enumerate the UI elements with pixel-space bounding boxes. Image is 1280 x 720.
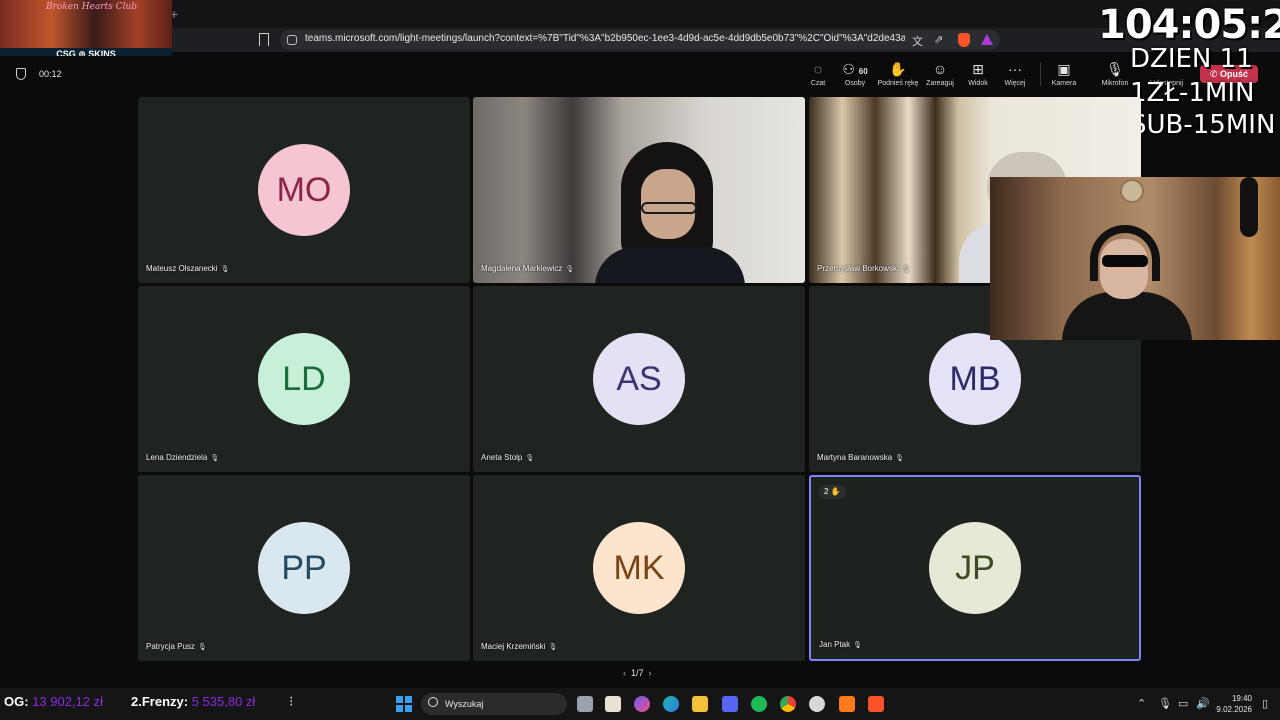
mic-muted-icon: 🎙 bbox=[210, 455, 220, 462]
participant-name: Jan Ptak 🎙 bbox=[819, 640, 863, 649]
camera-button[interactable]: ▣ Kamera bbox=[1041, 61, 1087, 87]
mic-muted-icon: 🎙 bbox=[197, 644, 207, 651]
copilot-icon[interactable] bbox=[634, 696, 650, 712]
participant-tile[interactable]: MO Mateusz Olszanecki 🎙 bbox=[138, 97, 470, 283]
stream-sub-rule: SUB-15MIN bbox=[1130, 110, 1276, 140]
participant-name: Lena Dziendziela 🎙 bbox=[146, 453, 220, 462]
og-counter: OG: 13 902,12 zł bbox=[4, 694, 104, 709]
participant-tile[interactable]: MK Maciej Krzemiński 🎙 bbox=[473, 475, 805, 661]
more-button[interactable]: ··· Więcej bbox=[992, 61, 1038, 87]
ellipsis-icon: ··· bbox=[1008, 61, 1022, 77]
stream-day-label: DZIEN 11 bbox=[1130, 44, 1253, 74]
prev-page-button[interactable]: ‹ bbox=[623, 668, 626, 678]
mic-muted-icon: 🎙 bbox=[525, 455, 535, 462]
mic-icon: 🎙 bbox=[853, 642, 863, 649]
mic-muted-icon: 🎙 bbox=[548, 644, 558, 651]
brave-icon[interactable] bbox=[868, 696, 884, 712]
people-button[interactable]: ⚇ 60 Osoby bbox=[832, 61, 878, 87]
widget-menu-icon[interactable]: ⁝ bbox=[289, 693, 293, 710]
participant-name: Mateusz Olszanecki 🎙 bbox=[146, 264, 230, 273]
participant-name: Maciej Krzemiński 🎙 bbox=[481, 642, 558, 651]
chrome-icon[interactable] bbox=[780, 696, 796, 712]
raised-hand-badge: 2 ✋ bbox=[819, 485, 846, 499]
search-icon bbox=[428, 697, 438, 707]
frenzy-counter: 2.Frenzy: 5 535,80 zł bbox=[131, 694, 256, 709]
hand-icon: ✋ bbox=[889, 61, 907, 77]
tray-overflow-icon[interactable]: ⌃ bbox=[1137, 697, 1146, 710]
task-view-icon[interactable] bbox=[577, 696, 593, 712]
avatar: MK bbox=[593, 522, 685, 614]
participant-name: Martyna Baranowska 🎙 bbox=[817, 453, 905, 462]
bookmark-icon[interactable] bbox=[259, 33, 269, 46]
mic-muted-icon: 🎙 bbox=[220, 266, 230, 273]
spotify-icon[interactable] bbox=[751, 696, 767, 712]
avatar: AS bbox=[593, 333, 685, 425]
taskbar-search[interactable] bbox=[421, 693, 567, 715]
taskbar-date[interactable]: 9.02.2026 bbox=[1214, 705, 1252, 714]
meeting-header bbox=[0, 56, 1280, 94]
participant-name: Aneta Stolp 🎙 bbox=[481, 453, 535, 462]
mic-icon: 🎙 bbox=[565, 266, 575, 273]
stream-timer: 104:05:26 bbox=[1098, 2, 1280, 48]
mic-muted-icon: 🎙 bbox=[895, 455, 905, 462]
scene-title: Broken Hearts Club bbox=[46, 2, 138, 12]
security-shield-icon bbox=[16, 68, 26, 80]
meeting-elapsed-time: 00:12 bbox=[39, 69, 62, 79]
participant-tile[interactable]: PP Patrycja Pusz 🎙 bbox=[138, 475, 470, 661]
avatar: JP bbox=[929, 522, 1021, 614]
stream-donation-rule: 1ZŁ-1MIN bbox=[1130, 78, 1255, 108]
taskbar-time[interactable]: 19:40 bbox=[1222, 694, 1252, 703]
share-icon[interactable]: ⇗ bbox=[934, 33, 943, 46]
avatar: MO bbox=[258, 144, 350, 236]
brave-shields-icon[interactable] bbox=[958, 33, 970, 47]
search-placeholder[interactable]: Wyszukaj bbox=[445, 699, 483, 709]
page-navigation: ‹ 1/7 › bbox=[618, 668, 657, 678]
brave-rewards-icon[interactable] bbox=[981, 34, 993, 45]
app-icon-orange[interactable] bbox=[839, 696, 855, 712]
participant-video-tile[interactable]: Magdalena Markiewicz 🎙 bbox=[473, 97, 805, 283]
avatar: MB bbox=[929, 333, 1021, 425]
network-icon[interactable]: ▭ bbox=[1178, 697, 1188, 710]
camera-off-icon: ▣ bbox=[1057, 61, 1071, 77]
page-indicator: 1/7 bbox=[631, 668, 644, 678]
participant-tile[interactable]: LD Lena Dziendziela 🎙 bbox=[138, 286, 470, 472]
participant-name: Magdalena Markiewicz 🎙 bbox=[481, 264, 575, 273]
avatar: LD bbox=[258, 333, 350, 425]
browser-tabstrip: + bbox=[0, 0, 1280, 28]
headphones bbox=[1090, 225, 1160, 281]
raise-hand-button[interactable]: ✋ Podnieś rękę bbox=[875, 61, 921, 87]
wall-clock bbox=[1120, 179, 1144, 203]
url-text[interactable]: teams.microsoft.com/light-meetings/launc… bbox=[305, 33, 905, 44]
file-explorer-icon[interactable] bbox=[692, 696, 708, 712]
stream-scene-overlay: Broken Hearts Club CSG ⊕ SKINS bbox=[0, 0, 172, 61]
participant-name: Przemysław Borkowski 🎙 bbox=[817, 264, 911, 273]
volume-icon[interactable]: 🔊 bbox=[1196, 697, 1210, 710]
store-icon[interactable] bbox=[605, 696, 621, 712]
app-icon[interactable] bbox=[809, 696, 825, 712]
people-icon: ⚇ 60 bbox=[842, 61, 868, 77]
avatar: PP bbox=[258, 522, 350, 614]
next-page-button[interactable]: › bbox=[649, 668, 652, 678]
edge-icon[interactable] bbox=[663, 696, 679, 712]
discord-icon[interactable] bbox=[722, 696, 738, 712]
microphone bbox=[1240, 177, 1258, 237]
participant-name: Patrycja Pusz 🎙 bbox=[146, 642, 207, 651]
translate-icon[interactable]: 文 bbox=[912, 33, 923, 49]
streamer-webcam-overlay bbox=[990, 177, 1280, 340]
participant-tile[interactable]: AS Aneta Stolp 🎙 bbox=[473, 286, 805, 472]
site-info-icon[interactable] bbox=[287, 35, 297, 45]
start-button[interactable] bbox=[396, 696, 412, 712]
notification-icon[interactable]: ▯ bbox=[1262, 697, 1268, 710]
mic-tray-icon[interactable]: 🎙 bbox=[1158, 697, 1172, 710]
mic-muted-icon: 🎙 bbox=[901, 266, 911, 273]
participant-tile-active[interactable]: 2 ✋ JP Jan Ptak 🎙 bbox=[809, 475, 1141, 661]
